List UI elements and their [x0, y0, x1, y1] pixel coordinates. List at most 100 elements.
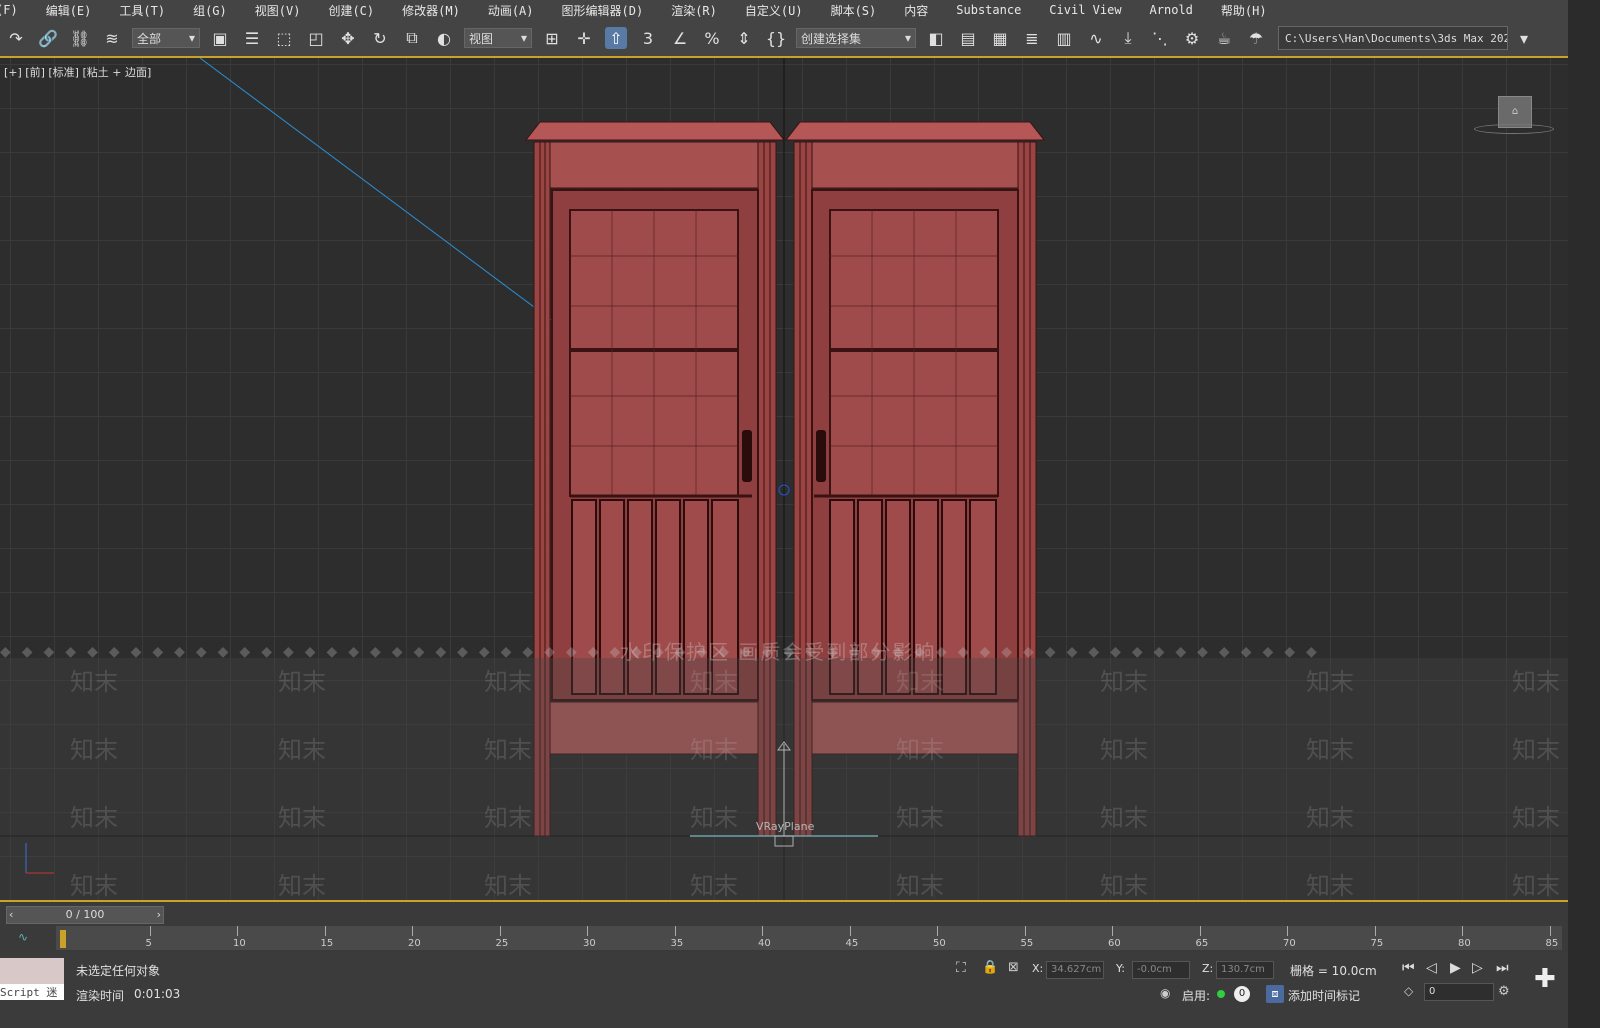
frame-display: 0 / 100 [65, 908, 105, 921]
menu-item[interactable]: 脚本(S) [817, 2, 891, 19]
align-icon[interactable]: ▤ [957, 27, 979, 49]
link-icon[interactable]: 🔗 [37, 27, 59, 49]
go-to-start-icon[interactable]: ⏮ [1402, 960, 1415, 976]
timeline-tick-label: 55 [1020, 938, 1034, 949]
menu-item[interactable]: (F) [0, 3, 32, 17]
mirror-icon[interactable]: ◧ [925, 27, 947, 49]
time-tag-icon[interactable]: ⧈ [1266, 985, 1284, 1003]
percent-snap-icon[interactable]: % [701, 27, 723, 49]
y-coord-field[interactable]: -0.0cm [1132, 961, 1190, 979]
menu-item[interactable]: 组(G) [179, 2, 241, 19]
unlink-icon[interactable]: ⛓ [69, 27, 91, 49]
pivot-center-icon[interactable]: ⊞ [541, 27, 563, 49]
timeline-tick [1024, 926, 1026, 936]
bind-spacewarp-icon[interactable]: ≋ [101, 27, 123, 49]
snaps-toggle-icon[interactable]: 3 [637, 27, 659, 49]
enable-status-dot [1217, 990, 1225, 998]
menu-item[interactable]: 视图(V) [241, 2, 315, 19]
z-coord-field[interactable]: 130.7cm [1216, 961, 1274, 979]
move-icon[interactable]: ✥ [337, 27, 359, 49]
x-label: X: [1032, 962, 1044, 975]
curve-editor-icon[interactable]: ∿ [1085, 27, 1107, 49]
select-manipulate-icon[interactable]: ✛ [573, 27, 595, 49]
zoom-extents-icon[interactable]: ✚ [1534, 964, 1556, 994]
time-config-icon[interactable]: ⚙ [1498, 984, 1510, 999]
redo-icon[interactable]: ↷ [5, 27, 27, 49]
angle-snap-icon[interactable]: ∠ [669, 27, 691, 49]
play-icon[interactable]: ▶ [1450, 960, 1461, 976]
z-label: Z: [1202, 962, 1214, 975]
current-frame-field[interactable]: 0 [1424, 983, 1494, 1001]
keyboard-shortcut-toggle-icon[interactable]: ⇧ [605, 27, 627, 49]
edit-named-selection-icon[interactable]: {} [765, 27, 787, 49]
dope-sheet-icon[interactable]: ⤓ [1117, 27, 1139, 49]
menu-item[interactable]: Substance [942, 3, 1035, 17]
menu-item[interactable]: 内容 [890, 2, 942, 19]
absolute-mode-icon[interactable]: ⊠ [1008, 960, 1019, 975]
menu-item[interactable]: 渲染(R) [657, 2, 731, 19]
timeline-tick [762, 926, 763, 936]
spinner-snap-icon[interactable]: ⇕ [733, 27, 755, 49]
project-path-field[interactable]: C:\Users\Han\Documents\3ds Max 2022 [1278, 26, 1508, 50]
timeline-tick [1199, 926, 1201, 936]
toggle-ribbon-icon[interactable]: ▥ [1053, 27, 1075, 49]
menu-item[interactable]: 图形编辑器(D) [548, 2, 658, 19]
front-viewport[interactable]: [+] [前] [标准] [粘土 + 边面] ⌂ VRayPlane ◆◆◆◆◆… [0, 58, 1568, 900]
chevron-down-icon[interactable]: ▾ [1513, 27, 1535, 49]
timeline-tick [412, 926, 413, 936]
layer-explorer-icon[interactable]: ≣ [1021, 27, 1043, 49]
next-frame-icon[interactable]: ▷ [1472, 960, 1483, 976]
previous-frame-icon[interactable]: ◁ [1426, 960, 1437, 976]
rendered-frame-window-icon[interactable]: ☕ [1213, 27, 1235, 49]
select-by-name-icon[interactable]: ☰ [241, 27, 263, 49]
menu-item[interactable]: Civil View [1035, 3, 1135, 17]
selection-filter-dropdown[interactable]: 全部 ▾ [132, 28, 200, 48]
maxscript-listener[interactable]: Script 迷 [0, 958, 64, 1000]
watermark-text: 知末 [484, 804, 532, 832]
rotate-icon[interactable]: ↻ [369, 27, 391, 49]
timeline-tick-label: 75 [1370, 938, 1384, 949]
scale-icon[interactable]: ⧉ [401, 27, 423, 49]
add-time-tag[interactable]: 添加时间标记 [1288, 987, 1360, 1004]
named-selection-dropdown[interactable]: 创建选择集 ▾ [796, 28, 916, 48]
time-slider-next-icon[interactable]: › [157, 907, 161, 923]
render-setup-icon[interactable]: ⚙ [1181, 27, 1203, 49]
timeline-tick-label: 65 [1195, 938, 1209, 949]
watermark-text: 知末 [70, 872, 118, 900]
scene-explorer-icon[interactable]: ▦ [989, 27, 1011, 49]
window-crossing-icon[interactable]: ◰ [305, 27, 327, 49]
menu-item[interactable]: 动画(A) [474, 2, 548, 19]
menu-item[interactable]: 工具(T) [105, 2, 179, 19]
timeline-tick-label: 70 [1283, 938, 1296, 949]
x-coord-field[interactable]: 34.627cm [1046, 961, 1104, 979]
lock-selection-icon[interactable]: 🔒 [982, 960, 998, 975]
select-object-icon[interactable]: ▣ [209, 27, 231, 49]
watermark-text: 知末 [278, 804, 326, 832]
go-to-end-icon[interactable]: ⏭ [1496, 960, 1509, 976]
rect-selection-icon[interactable]: ⬚ [273, 27, 295, 49]
render-production-icon[interactable]: ☂ [1245, 27, 1267, 49]
adaptive-degradation-icon[interactable]: ◉ [1160, 986, 1170, 1000]
timeline-tick [324, 926, 326, 936]
schematic-view-icon[interactable]: ⋱ [1149, 27, 1171, 49]
reference-coord-dropdown[interactable]: 视图 ▾ [464, 28, 532, 48]
timeline-tick [937, 926, 938, 936]
place-icon[interactable]: ◐ [433, 27, 455, 49]
menu-item[interactable]: 帮助(H) [1207, 2, 1281, 19]
menu-item[interactable]: 编辑(E) [32, 2, 106, 19]
curve-editor-mini-icon[interactable]: ∿ [18, 930, 28, 944]
menu-item[interactable]: 修改器(M) [388, 2, 474, 19]
key-mode-icon[interactable]: ◇ [1404, 984, 1413, 998]
cabinet-header [549, 141, 759, 189]
timeline-tick [1462, 926, 1463, 936]
menu-item[interactable]: 创建(C) [314, 2, 388, 19]
current-frame-marker[interactable] [60, 930, 66, 948]
time-ruler[interactable]: 5 10 15 20 25 30 35 40 45 50 55 60 65 70 75 80 85 [56, 926, 1562, 950]
timeline-tick [1287, 926, 1288, 936]
watermark-text: 知末 [1306, 872, 1354, 900]
time-slider-prev-icon[interactable]: ‹ [9, 907, 13, 923]
time-slider[interactable]: ‹ 0 / 100 › [6, 906, 164, 924]
menu-item[interactable]: Arnold [1136, 3, 1207, 17]
menu-item[interactable]: 自定义(U) [731, 2, 817, 19]
isolate-selection-icon[interactable]: ⛶ [956, 960, 966, 976]
